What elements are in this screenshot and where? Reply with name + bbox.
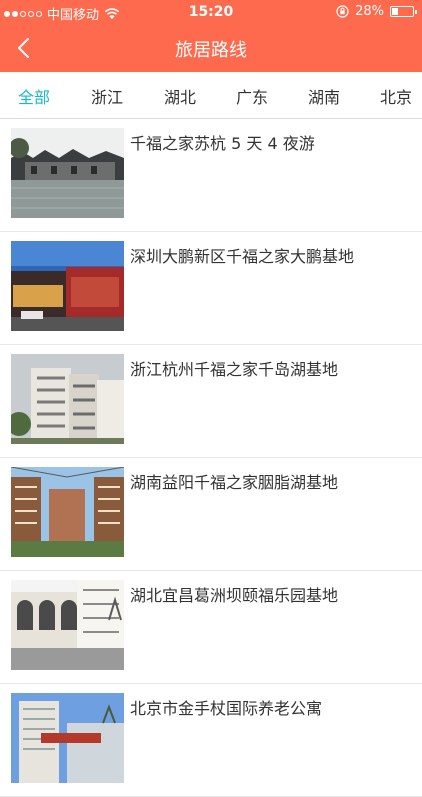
route-item[interactable]: 湖南益阳千福之家胭脂湖基地 bbox=[0, 458, 422, 571]
route-item[interactable]: 浙江杭州千福之家千岛湖基地 bbox=[0, 345, 422, 458]
route-item[interactable]: 千福之家苏杭 5 天 4 夜游 bbox=[0, 119, 422, 232]
route-title: 北京市金手杖国际养老公寓 bbox=[130, 699, 323, 718]
battery-percent: 28% bbox=[355, 4, 384, 19]
route-thumbnail bbox=[11, 354, 124, 444]
route-title: 深圳大鹏新区千福之家大鹏基地 bbox=[130, 247, 355, 266]
route-thumbnail bbox=[11, 467, 124, 557]
battery-icon bbox=[390, 6, 417, 17]
tab-hubei[interactable]: 湖北 bbox=[164, 84, 196, 108]
tab-zhejiang[interactable]: 浙江 bbox=[91, 84, 123, 108]
route-title: 湖南益阳千福之家胭脂湖基地 bbox=[130, 473, 339, 492]
route-thumbnail bbox=[11, 580, 124, 670]
route-title: 湖北宜昌葛洲坝颐福乐园基地 bbox=[130, 586, 339, 605]
route-item[interactable]: 深圳大鹏新区千福之家大鹏基地 bbox=[0, 232, 422, 345]
route-thumbnail bbox=[11, 241, 124, 331]
status-bar: 中国移动 15:20 28% bbox=[0, 0, 422, 24]
tab-all[interactable]: 全部 bbox=[18, 84, 50, 108]
tab-hunan[interactable]: 湖南 bbox=[308, 84, 340, 108]
route-title: 千福之家苏杭 5 天 4 夜游 bbox=[130, 134, 315, 153]
tab-guangdong[interactable]: 广东 bbox=[236, 84, 268, 108]
route-item[interactable]: 北京市金手杖国际养老公寓 bbox=[0, 684, 422, 797]
route-thumbnail bbox=[11, 128, 124, 218]
nav-bar: 旅居路线 bbox=[0, 24, 422, 72]
status-right: 28% bbox=[336, 4, 417, 19]
orientation-lock-icon bbox=[336, 5, 349, 18]
region-tab-bar: 全部 浙江 湖北 广东 湖南 北京 bbox=[0, 72, 422, 119]
app-header: 中国移动 15:20 28% 旅居路线 bbox=[0, 0, 422, 72]
page-title: 旅居路线 bbox=[175, 40, 247, 61]
route-item[interactable]: 湖北宜昌葛洲坝颐福乐园基地 bbox=[0, 571, 422, 684]
route-title: 浙江杭州千福之家千岛湖基地 bbox=[130, 360, 339, 379]
route-thumbnail bbox=[11, 693, 124, 783]
tab-beijing[interactable]: 北京 bbox=[380, 84, 412, 108]
